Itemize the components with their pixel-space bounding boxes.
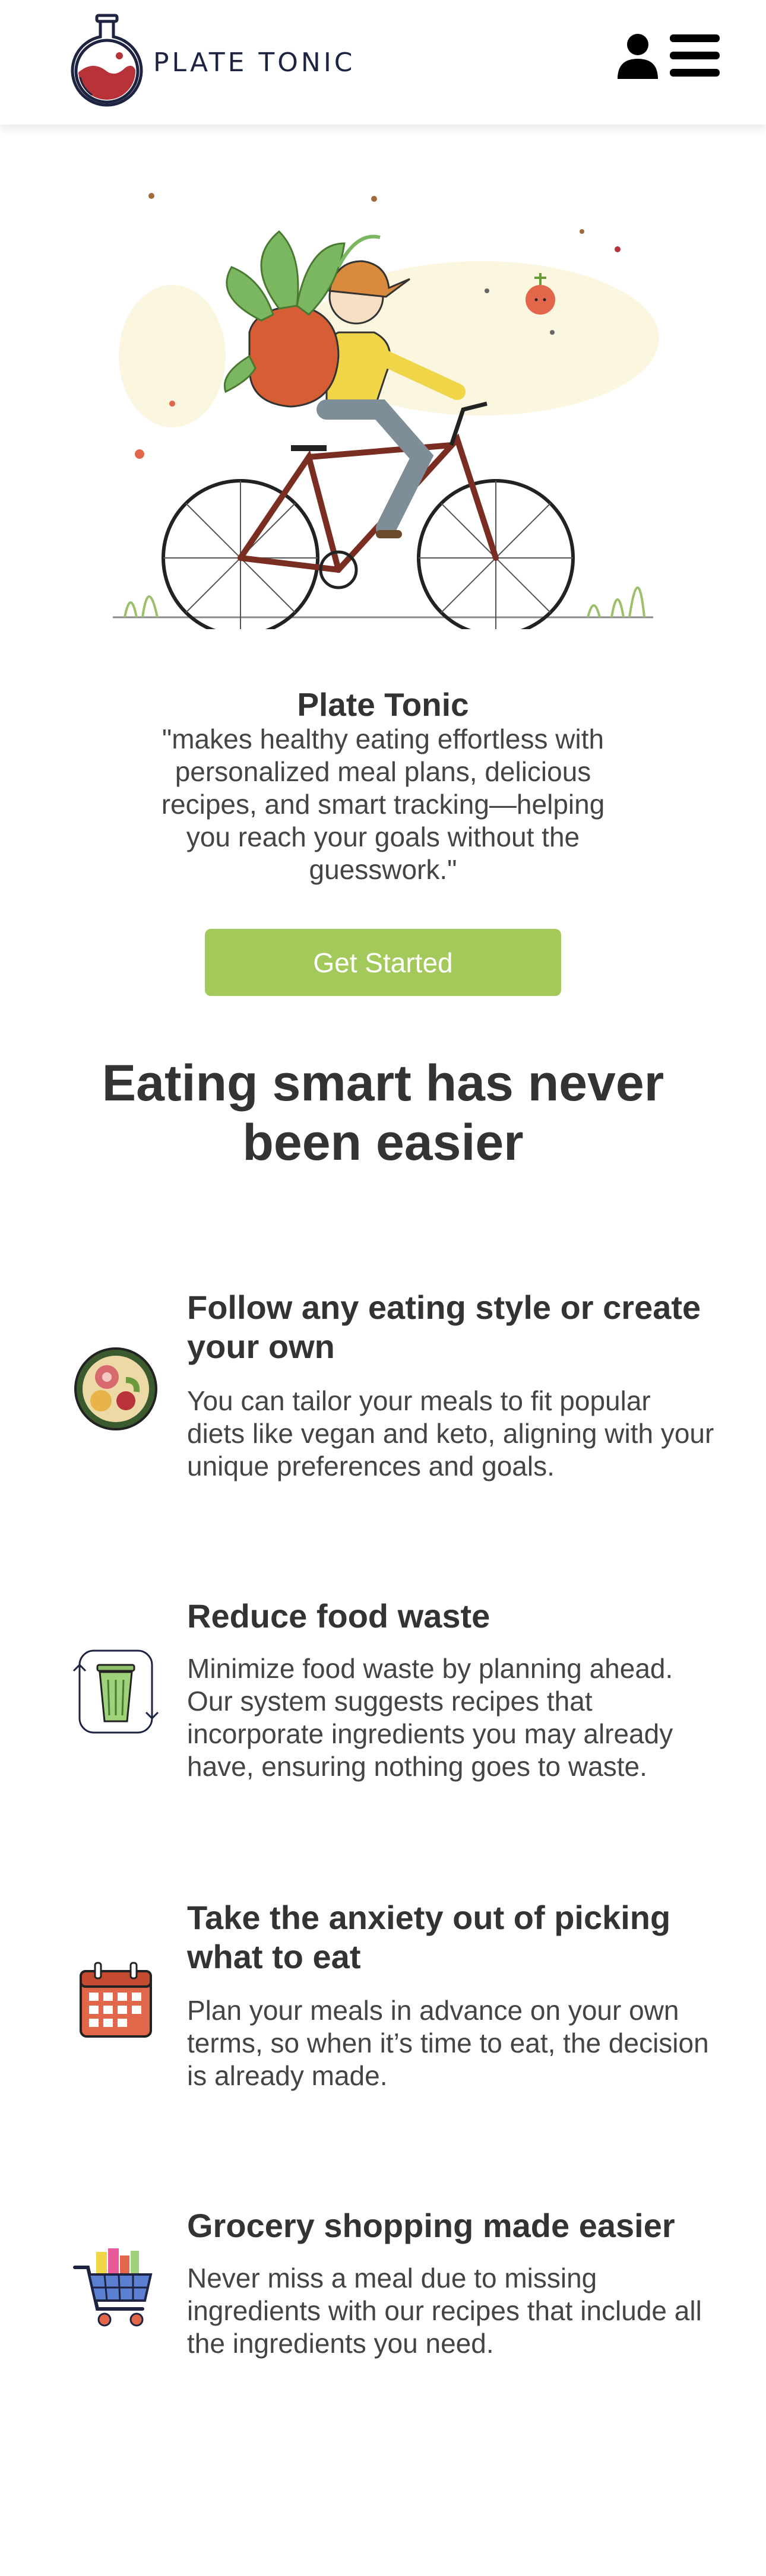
feature-description: Minimize food waste by planning ahead. O… <box>187 1653 673 1782</box>
shopping-cart-icon <box>73 2248 153 2327</box>
feature-title: Take the anxiety out of picking what to … <box>187 1899 671 1975</box>
diet-plate-icon <box>74 1347 157 1430</box>
logo-flask-icon[interactable] <box>68 13 145 107</box>
feature-title: Grocery shopping made easier <box>187 2207 675 2244</box>
feature-description: You can tailor your meals to fit popular… <box>187 1385 714 1481</box>
section-title: Eating smart has never been easier <box>102 1055 664 1171</box>
feature-description: Plan your meals in advance on your own t… <box>187 1995 709 2091</box>
calendar-icon <box>80 1962 152 2038</box>
hero-tagline: "makes healthy eating effortless with pe… <box>161 724 605 885</box>
cyclist-with-vegetables-illustration <box>113 193 659 629</box>
hamburger-menu-icon[interactable] <box>670 34 720 77</box>
hero-product-name: Plate Tonic <box>297 686 469 723</box>
feature-title: Reduce food waste <box>187 1597 490 1635</box>
get-started-button[interactable]: Get Started <box>205 929 561 996</box>
site-header: PLATE TONIC <box>0 0 766 125</box>
brand-name[interactable]: PLATE TONIC <box>153 47 356 78</box>
feature-title: Follow any eating style or create your o… <box>187 1289 701 1365</box>
user-icon[interactable] <box>616 33 659 80</box>
recycle-bin-icon <box>72 1649 159 1734</box>
feature-description: Never miss a meal due to missing ingredi… <box>187 2263 702 2359</box>
